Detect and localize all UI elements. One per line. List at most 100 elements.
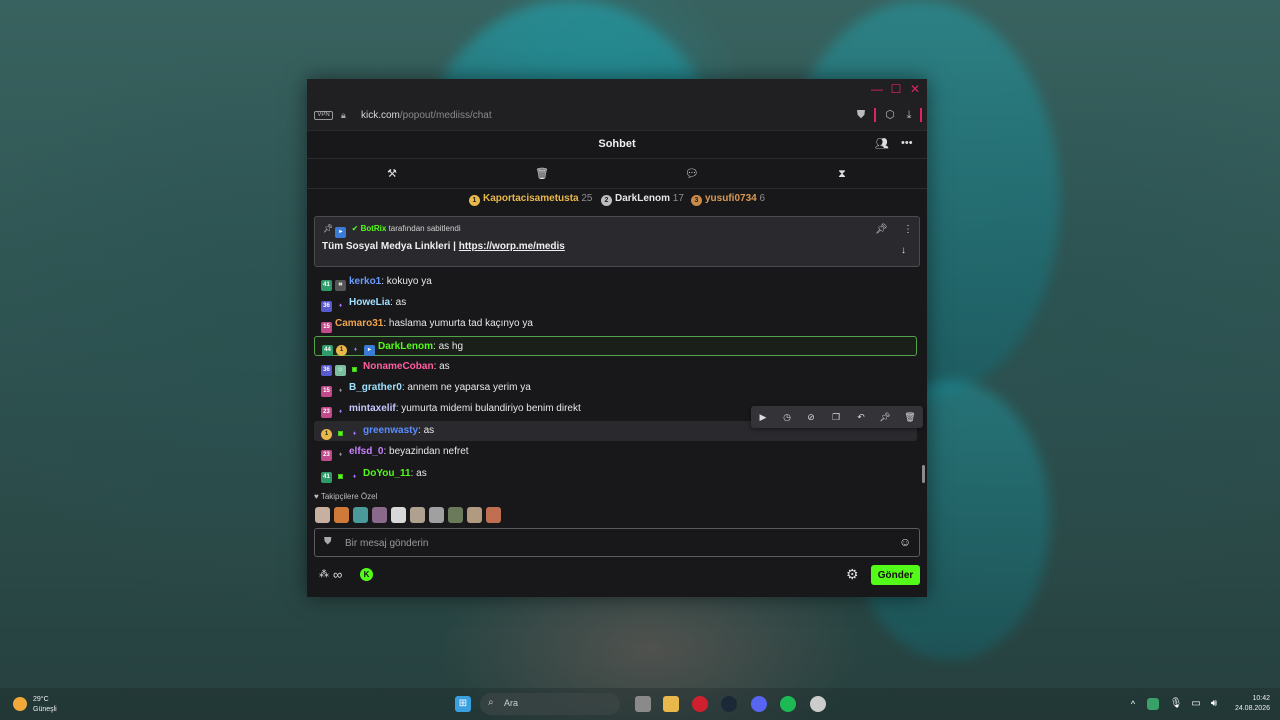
message-username[interactable]: B_grather0	[349, 382, 402, 393]
pinned-more-icon[interactable]: ⋮	[903, 224, 913, 235]
points-icon[interactable]: ⁂	[319, 569, 329, 580]
task-view-icon[interactable]	[635, 696, 651, 712]
expand-arrow-icon[interactable]: ↓	[901, 245, 906, 256]
leader-name: DarkLenom	[615, 193, 671, 204]
maximize-icon[interactable]: ☐	[888, 81, 904, 97]
pinned-by-user[interactable]: BotRix	[361, 224, 387, 233]
emote[interactable]	[448, 507, 463, 523]
rank-1-icon: 1	[469, 195, 480, 206]
timeout-clock-icon[interactable]: ◷	[780, 410, 794, 424]
pinned-link[interactable]: https://worp.me/medis	[459, 241, 565, 252]
taskbar-search[interactable]: ⌕ Ara	[480, 693, 620, 715]
chat-scrollbar[interactable]	[922, 465, 925, 483]
subscriber-badge-icon: 41	[321, 472, 332, 483]
microphone-icon[interactable]: 🎙︎	[1168, 696, 1184, 712]
opera-browser-icon[interactable]	[692, 696, 708, 712]
message-username[interactable]: mintaxelif	[349, 403, 396, 414]
play-icon[interactable]: ▶	[756, 410, 770, 424]
reply-icon[interactable]: ↶	[854, 410, 868, 424]
url-field[interactable]: kick.com/popout/mediiss/chat	[361, 110, 492, 121]
temperature: 29°C	[33, 696, 49, 703]
chat-message[interactable]: 41 ▣ ♦ DoYou_11: as	[314, 464, 917, 484]
leader-2[interactable]: 2 DarkLenom 17	[601, 193, 684, 206]
message-text: : haslama yumurta tad kaçınyo ya	[383, 318, 533, 329]
emote[interactable]	[467, 507, 482, 523]
vpn-badge[interactable]: VPN	[314, 111, 333, 120]
download-icon[interactable]: ⤓	[903, 109, 915, 121]
message-username[interactable]: elfsd_0	[349, 446, 383, 457]
tray-chevron-icon[interactable]: ^	[1125, 696, 1141, 712]
delete-icon[interactable]: 🗑︎	[903, 410, 917, 424]
taskbar-clock[interactable]: 10:42 24.08.2026	[1228, 694, 1270, 714]
extensions-icon[interactable]: ⬡	[884, 109, 896, 121]
message-username[interactable]: kerko1	[349, 276, 381, 287]
chat-message[interactable]: 15 ♦ B_grather0: annem ne yaparsa yerim ya	[314, 378, 917, 398]
send-button[interactable]: Gönder	[871, 565, 920, 585]
pin-message-icon[interactable]: 📌︎	[878, 410, 892, 424]
message-username[interactable]: NonameCoban	[363, 361, 434, 372]
lock-icon[interactable]: 🔒︎	[341, 110, 350, 120]
chrome-icon[interactable]	[810, 696, 826, 712]
leader-1[interactable]: 1 Kaportacisametusta 25	[469, 193, 593, 206]
shield-icon: ⛊	[324, 536, 332, 547]
tray-app-icon[interactable]	[1147, 698, 1159, 710]
discord-icon[interactable]	[751, 696, 767, 712]
file-explorer-icon[interactable]	[663, 696, 679, 712]
sun-icon	[13, 697, 27, 711]
message-username[interactable]: Camaro31	[335, 318, 383, 329]
emote[interactable]	[391, 507, 406, 523]
settings-gear-icon[interactable]: ⚙	[846, 566, 859, 583]
close-icon[interactable]: ✕	[907, 81, 923, 97]
message-username[interactable]: DarkLenom	[378, 341, 433, 352]
ban-hammer-icon[interactable]: ⚒	[385, 167, 399, 181]
network-icon[interactable]: ▭	[1188, 696, 1204, 712]
emote[interactable]	[353, 507, 368, 523]
minimize-icon[interactable]: —	[869, 81, 885, 97]
verified-icon: ✔	[351, 224, 359, 233]
pinned-message[interactable]: 📌︎ ▸ ✔ BotRix tarafından sabitlendi Tüm …	[314, 216, 920, 267]
emote[interactable]	[429, 507, 444, 523]
chat-message[interactable]: 41 ⌗ kerko1: kokuyo ya	[314, 272, 917, 292]
user-settings-icon[interactable]: 👥︎	[875, 137, 889, 150]
emote[interactable]	[315, 507, 330, 523]
bot-badge-icon: ▸	[364, 345, 375, 356]
more-options-icon[interactable]: •••	[901, 137, 913, 149]
emote[interactable]	[410, 507, 425, 523]
leader-count: 25	[581, 193, 593, 204]
infinity-label: ∞	[333, 567, 343, 582]
message-input[interactable]	[345, 535, 885, 551]
kick-logo-icon[interactable]: K	[360, 568, 373, 581]
shield-icon[interactable]: ⛊	[855, 109, 867, 121]
volume-icon[interactable]: 🔊︎	[1206, 696, 1222, 712]
message-username[interactable]: greenwasty	[363, 425, 418, 436]
hourglass-icon[interactable]: ⧗	[835, 167, 849, 181]
subscriber-badge-icon: 23	[321, 407, 332, 418]
message-username[interactable]: DoYou_11	[363, 468, 411, 479]
trash-icon[interactable]: 🗑︎	[535, 167, 549, 181]
chat-message[interactable]: 23 ♦ elfsd_0: beyazindan nefret	[314, 442, 917, 462]
ban-icon[interactable]: ⊘	[804, 410, 818, 424]
subscriber-badge-icon: 44	[322, 345, 333, 356]
chat-message[interactable]: 15 Camaro31: haslama yumurta tad kaçınyo …	[314, 314, 917, 334]
unpin-icon[interactable]: 📌︎	[875, 224, 888, 235]
message-text: : as	[433, 361, 450, 372]
gift-badge-icon: ▣	[351, 367, 358, 373]
chat-message-highlighted[interactable]: 44 1 ♦ ▸ DarkLenom: as hg	[314, 336, 917, 356]
windows-start-icon[interactable]: ⊞	[455, 696, 471, 712]
chat-message[interactable]: 36 ☺ ▣ NonameCoban: as	[314, 357, 917, 377]
steam-icon[interactable]	[721, 696, 737, 712]
chat-message[interactable]: 36 ♦ HoweLia: as	[314, 293, 917, 313]
copy-icon[interactable]: ❐	[829, 410, 843, 424]
address-bar: VPN 🔒︎ kick.com/popout/mediiss/chat ⛊ ⬡ …	[307, 101, 927, 131]
subscriber-badge-icon: 15	[321, 386, 332, 397]
emote[interactable]	[372, 507, 387, 523]
leader-3[interactable]: 3 yusufi0734 6	[691, 193, 765, 206]
message-username[interactable]: HoweLia	[349, 297, 390, 308]
leader-count: 6	[759, 193, 766, 204]
emote[interactable]	[334, 507, 349, 523]
chat-bubble-icon[interactable]: 💬︎	[685, 167, 699, 181]
message-input-box[interactable]: ⛊ ☺	[314, 528, 920, 557]
emote[interactable]	[486, 507, 501, 523]
spotify-icon[interactable]	[780, 696, 796, 712]
emoji-icon[interactable]: ☺	[899, 535, 911, 549]
